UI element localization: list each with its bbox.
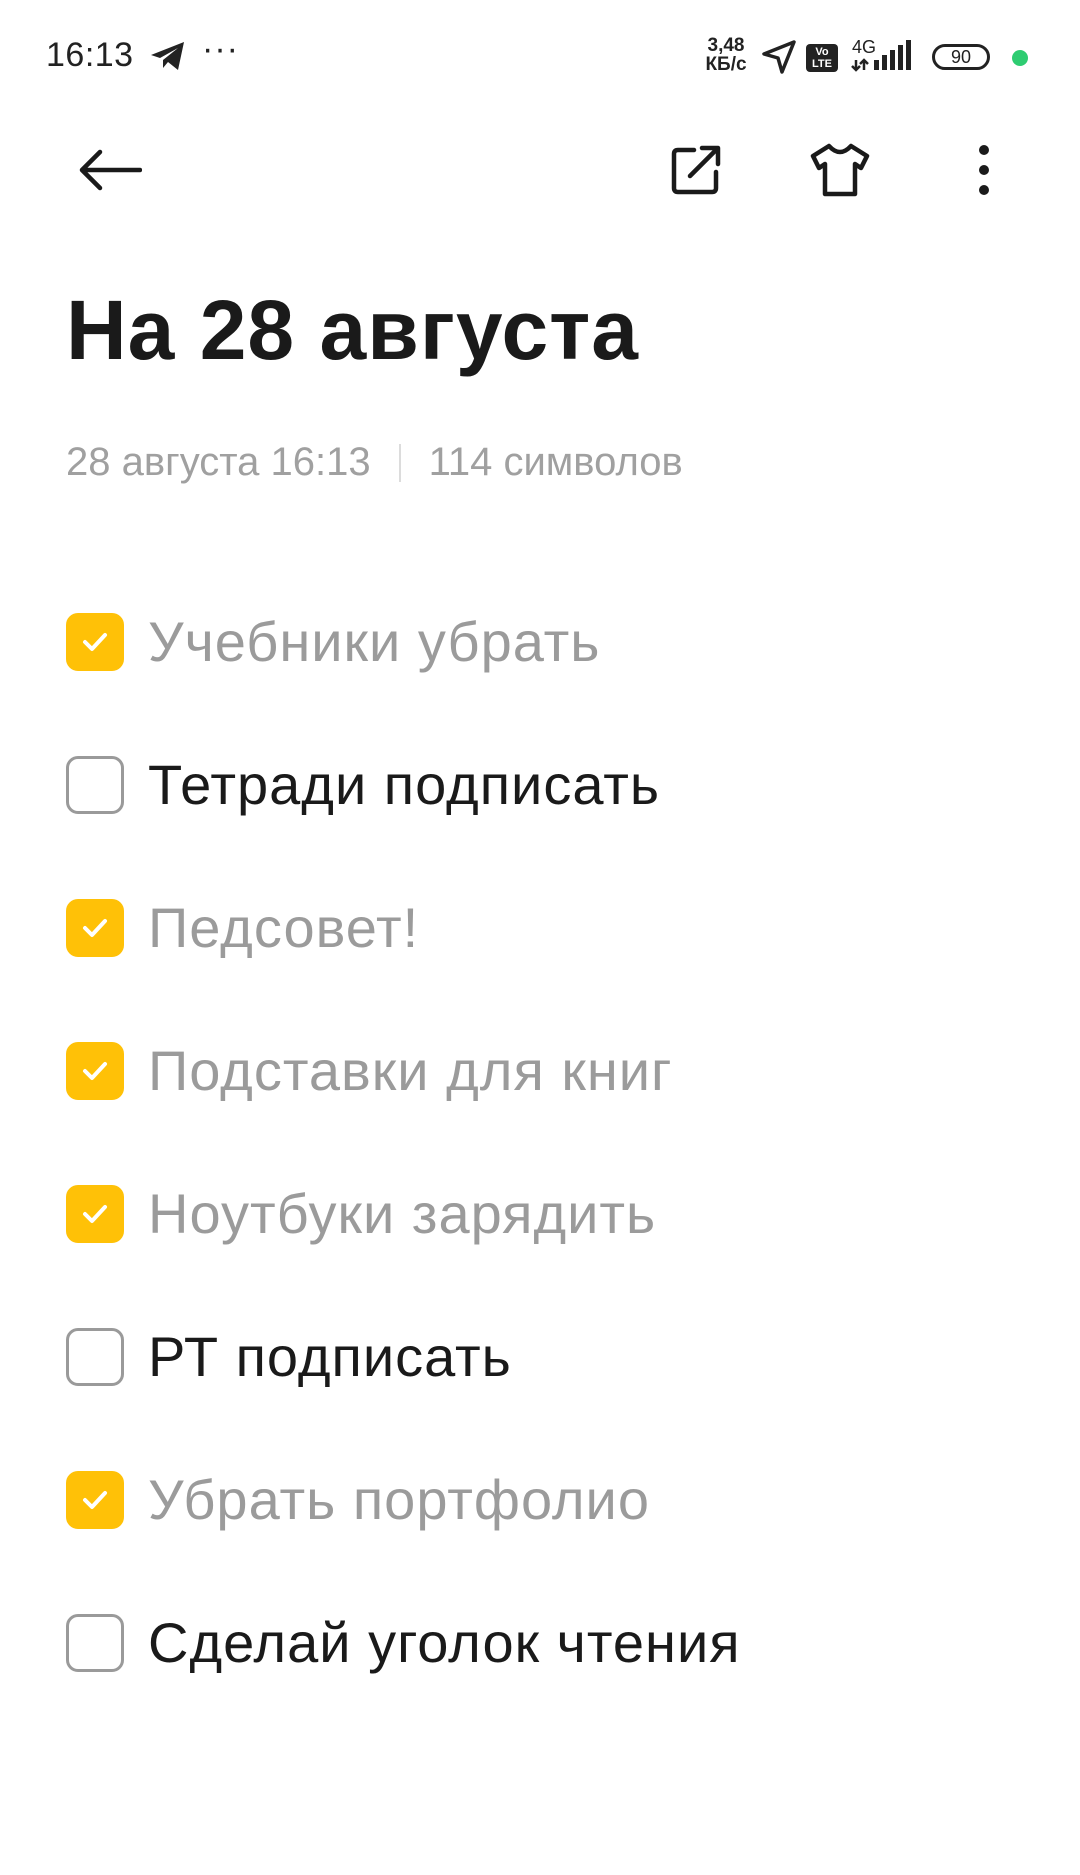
back-arrow-icon — [79, 149, 142, 191]
note-date: 28 августа 16:13 — [66, 440, 371, 484]
location-arrow-icon — [762, 40, 796, 74]
theme-shirt-icon — [810, 143, 870, 197]
checklist-item: Педсовет! — [66, 856, 1026, 999]
checkbox[interactable] — [66, 1470, 124, 1529]
battery-icon: 90 — [932, 44, 990, 70]
checkbox[interactable] — [66, 1613, 124, 1672]
checklist-item-text[interactable]: Тетради подписать — [148, 752, 660, 817]
checklist-item-text[interactable]: Педсовет! — [148, 895, 419, 960]
checkbox[interactable] — [66, 755, 124, 814]
checklist-item: Подставки для книг — [66, 999, 1026, 1142]
checklist: Учебники убрать Тетради подписать Педсов… — [66, 570, 1026, 1714]
status-more-notifications: ··· — [202, 30, 239, 68]
status-time: 16:13 — [46, 36, 134, 74]
share-icon — [671, 145, 721, 195]
share-button[interactable] — [656, 130, 736, 210]
volte-badge: Vo LTE — [806, 44, 838, 72]
more-options-button[interactable] — [944, 130, 1024, 210]
theme-button[interactable] — [800, 130, 880, 210]
checklist-item: Учебники убрать — [66, 570, 1026, 713]
note-meta: 28 августа 16:13 114 символов — [66, 440, 683, 485]
network-speed-unit: КБ/с — [705, 54, 747, 75]
meta-divider — [398, 443, 401, 482]
checkmark-icon — [83, 1490, 107, 1509]
checklist-item-text[interactable]: Ноутбуки зарядить — [148, 1181, 656, 1246]
checklist-item: РТ подписать — [66, 1285, 1026, 1428]
status-bar: 16:13 ··· 3,48 КБ/с Vo LTE 4G 90 — [0, 0, 1080, 110]
checklist-item: Ноутбуки зарядить — [66, 1142, 1026, 1285]
checklist-item-text[interactable]: Убрать портфолио — [148, 1467, 650, 1532]
checkbox[interactable] — [66, 1184, 124, 1243]
checklist-item: Убрать портфолио — [66, 1428, 1026, 1571]
checkbox[interactable] — [66, 1327, 124, 1386]
checklist-item-text[interactable]: Учебники убрать — [148, 609, 600, 674]
checklist-item-text[interactable]: Сделай уголок чтения — [148, 1610, 741, 1675]
checkmark-icon — [83, 632, 107, 651]
back-button[interactable] — [70, 130, 150, 210]
network-speed-value: 3,48 — [707, 35, 745, 56]
checkmark-icon — [83, 918, 107, 937]
checkbox[interactable] — [66, 612, 124, 671]
checklist-item: Сделай уголок чтения — [66, 1571, 1026, 1714]
note-title[interactable]: На 28 августа — [66, 282, 639, 379]
more-vertical-icon — [979, 145, 989, 195]
checkbox[interactable] — [66, 898, 124, 957]
signal-icon — [851, 40, 911, 72]
checkmark-icon — [83, 1204, 107, 1223]
telegram-icon — [151, 42, 184, 70]
checklist-item-text[interactable]: Подставки для книг — [148, 1038, 672, 1103]
checkmark-icon — [83, 1061, 107, 1080]
checkbox[interactable] — [66, 1041, 124, 1100]
checklist-item: Тетради подписать — [66, 713, 1026, 856]
network-speed: 3,48 КБ/с — [700, 36, 752, 74]
note-char-count: 114 символов — [428, 440, 683, 484]
privacy-indicator-dot — [1012, 50, 1028, 66]
checklist-item-text[interactable]: РТ подписать — [148, 1324, 512, 1389]
